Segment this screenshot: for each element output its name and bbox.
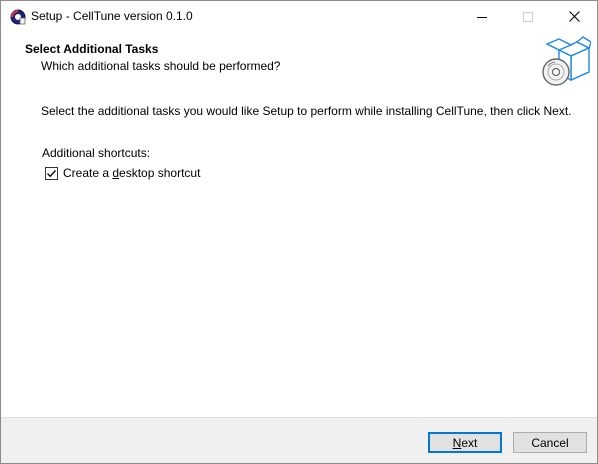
install-box-disc-icon [542, 36, 591, 86]
cancel-button[interactable]: Cancel [513, 432, 587, 453]
next-button-rest: ext [461, 435, 478, 450]
setup-window: Setup - CellTune version 0.1.0 Select Ad… [0, 0, 598, 464]
close-button[interactable] [551, 1, 597, 32]
desktop-shortcut-label-post: esktop shortcut [119, 166, 201, 180]
next-button[interactable]: Next [428, 432, 502, 453]
window-title: Setup - CellTune version 0.1.0 [31, 9, 193, 23]
checkmark-icon [47, 169, 56, 177]
title-bar: Setup - CellTune version 0.1.0 [1, 1, 597, 32]
shortcuts-group-label: Additional shortcuts: [42, 146, 151, 160]
wizard-footer: Next Cancel [1, 417, 597, 463]
wizard-content: Select the additional tasks you would li… [1, 90, 597, 417]
desktop-shortcut-label: Create a desktop shortcut [63, 166, 200, 180]
close-icon [568, 11, 580, 22]
wizard-header: Select Additional Tasks Which additional… [1, 32, 597, 90]
next-button-accel: N [452, 435, 462, 450]
setup-app-icon [10, 9, 26, 25]
task-description: Select the additional tasks you would li… [41, 104, 572, 118]
page-title: Select Additional Tasks [25, 42, 159, 56]
desktop-shortcut-checkbox[interactable] [45, 166, 58, 180]
minimize-button[interactable] [459, 1, 505, 32]
maximize-icon [523, 11, 533, 22]
minimize-icon [477, 16, 487, 18]
desktop-shortcut-option[interactable]: Create a desktop shortcut [45, 166, 200, 180]
desktop-shortcut-label-pre: Create a [63, 166, 113, 180]
page-subtitle: Which additional tasks should be perform… [41, 59, 281, 73]
maximize-button[interactable] [505, 1, 551, 32]
